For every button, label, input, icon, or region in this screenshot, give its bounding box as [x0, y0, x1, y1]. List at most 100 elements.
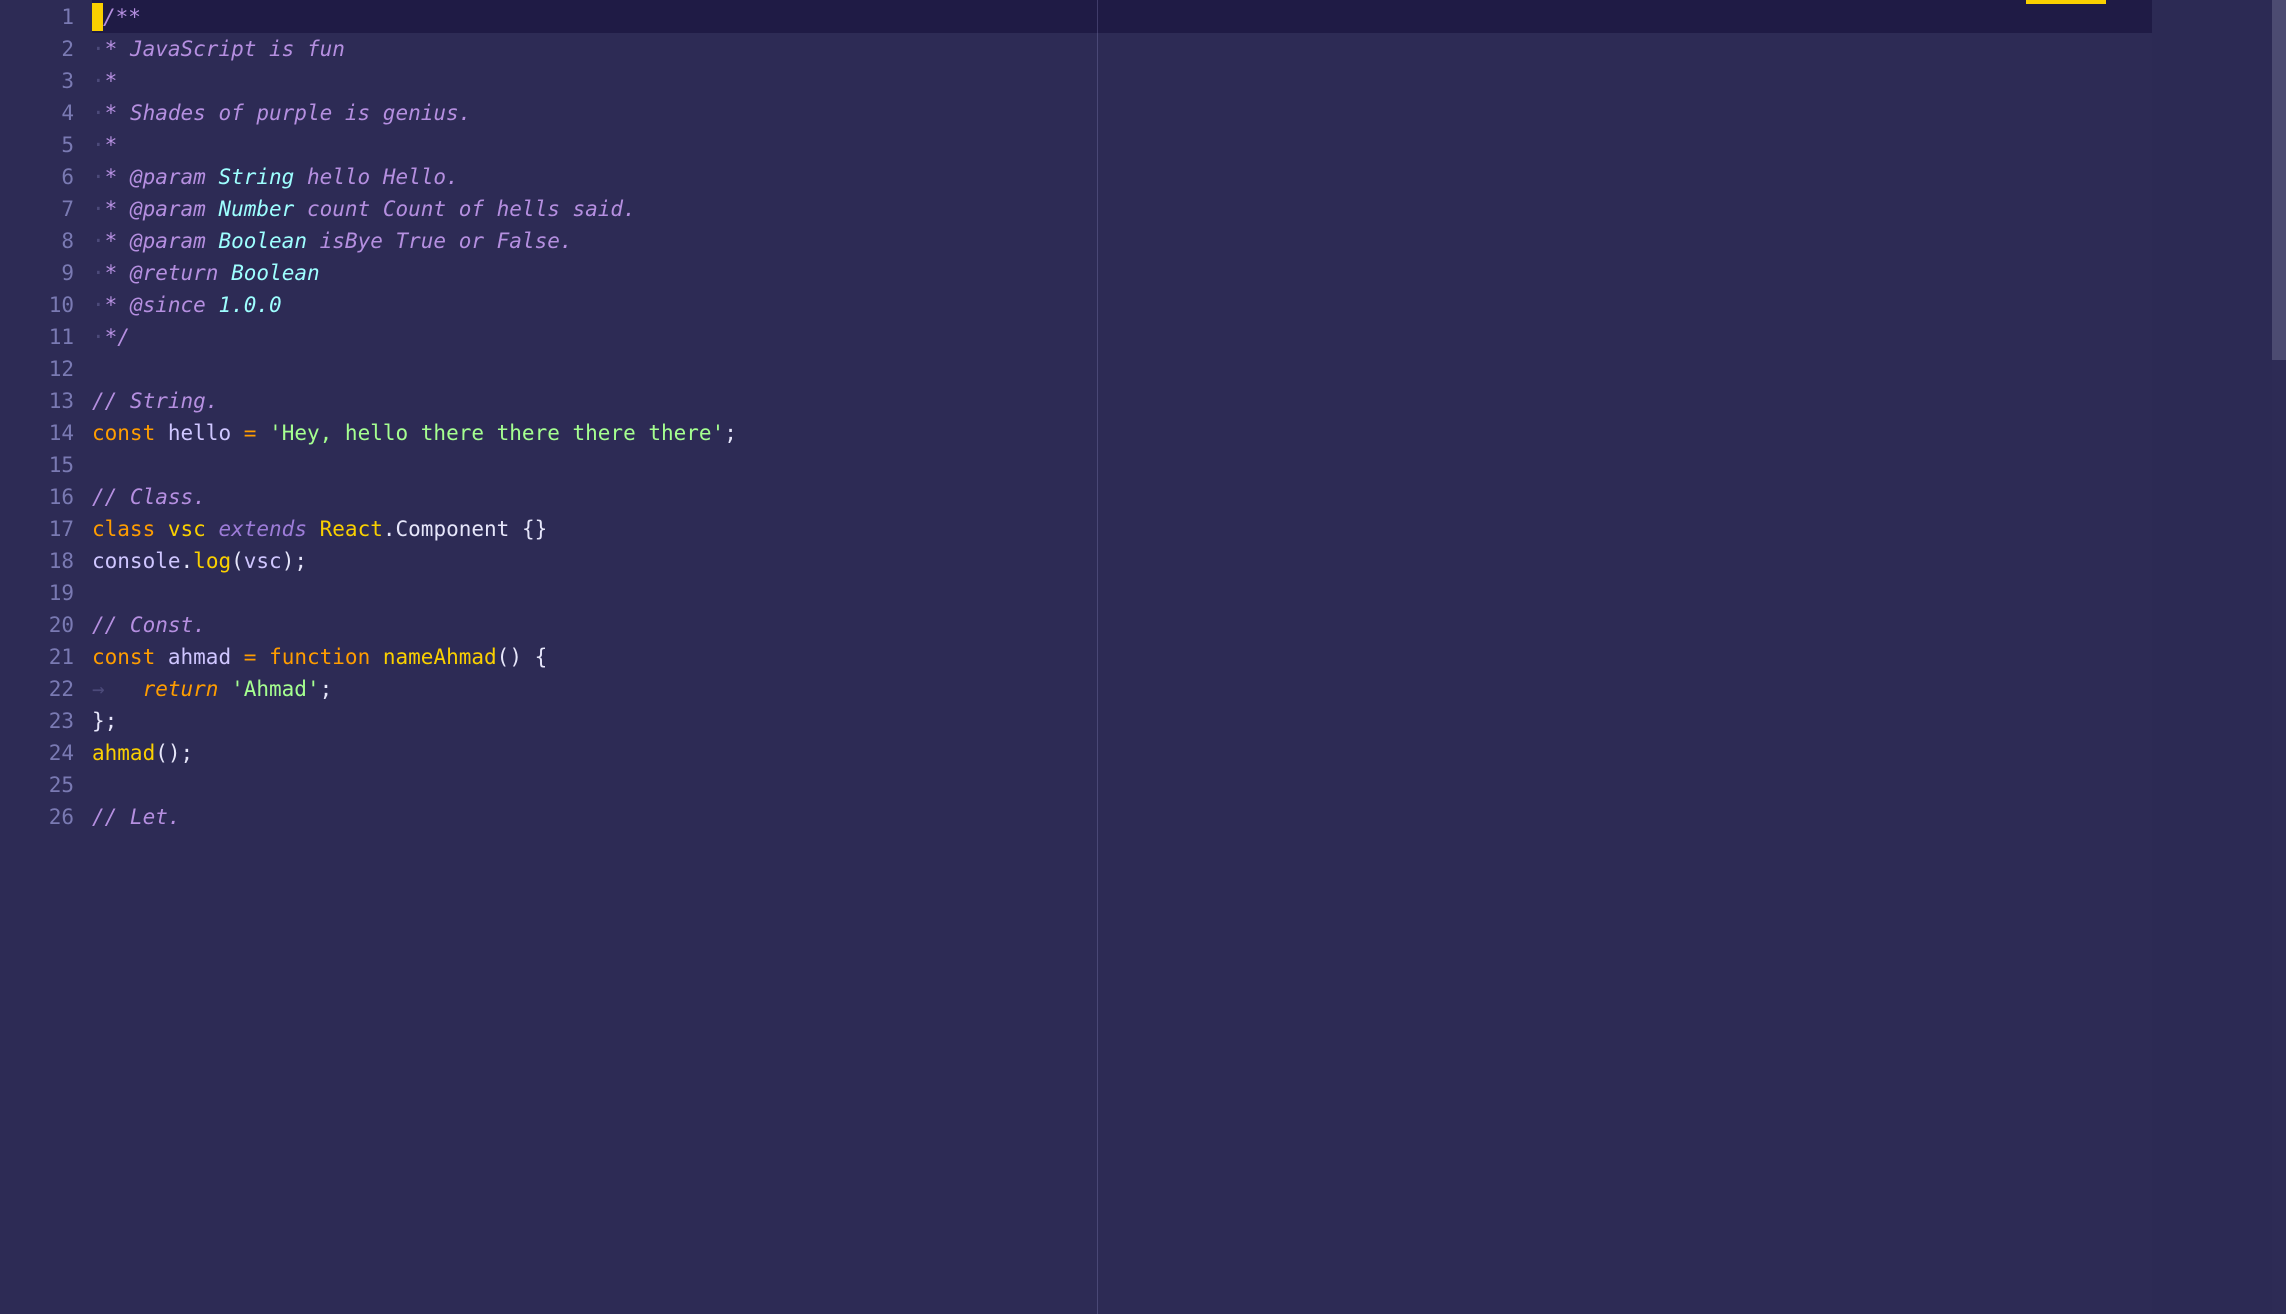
code-token: vsc: [168, 517, 206, 541]
code-token: log: [193, 549, 231, 573]
code-token: // Let.: [92, 805, 181, 829]
code-token: →: [92, 677, 143, 701]
code-token: return: [143, 677, 219, 701]
code-token: console: [92, 549, 181, 573]
code-token: [231, 645, 244, 669]
code-token: ahmad: [92, 741, 155, 765]
code-token: ahmad: [168, 645, 231, 669]
code-token: [231, 421, 244, 445]
code-token: [206, 165, 219, 189]
code-line[interactable]: const ahmad = function nameAhmad() {: [92, 641, 2152, 673]
code-token: @param: [130, 165, 206, 189]
code-token: [206, 517, 219, 541]
code-token: );: [282, 549, 307, 573]
code-line[interactable]: [92, 353, 2152, 385]
code-token: Boolean: [231, 261, 320, 285]
line-number: 22: [0, 673, 74, 705]
code-token: *: [105, 133, 118, 157]
code-line[interactable]: ·* @since 1.0.0: [92, 289, 2152, 321]
code-line[interactable]: [92, 769, 2152, 801]
line-number: 10: [0, 289, 74, 321]
code-token: isBye: [320, 229, 383, 253]
code-token: [206, 197, 219, 221]
line-number: 11: [0, 321, 74, 353]
line-number: 6: [0, 161, 74, 193]
code-line[interactable]: [92, 449, 2152, 481]
code-token: Boolean: [218, 229, 307, 253]
code-token: const: [92, 421, 155, 445]
line-number: 25: [0, 769, 74, 801]
code-token: extends: [218, 517, 307, 541]
scrollbar-thumb[interactable]: [2272, 0, 2286, 360]
code-token: .: [383, 517, 396, 541]
code-line[interactable]: ·* Shades of purple is genius.: [92, 97, 2152, 129]
code-line[interactable]: };: [92, 705, 2152, 737]
code-token: ();: [155, 741, 193, 765]
code-line[interactable]: // Class.: [92, 481, 2152, 513]
code-token: ·: [92, 165, 105, 189]
code-token: [155, 421, 168, 445]
line-number: 24: [0, 737, 74, 769]
code-token: [307, 229, 320, 253]
line-number: 8: [0, 225, 74, 257]
code-line[interactable]: // Let.: [92, 801, 2152, 833]
code-token: =: [244, 645, 257, 669]
line-number: 23: [0, 705, 74, 737]
code-token: [218, 261, 231, 285]
code-token: /**: [103, 5, 141, 29]
code-line[interactable]: ·* @param Boolean isBye True or False.: [92, 225, 2152, 257]
line-number: 21: [0, 641, 74, 673]
code-line[interactable]: // Const.: [92, 609, 2152, 641]
code-content-area[interactable]: /**·* JavaScript is fun·*·* Shades of pu…: [92, 0, 2152, 1314]
code-line[interactable]: → return 'Ahmad';: [92, 673, 2152, 705]
code-token: function: [269, 645, 370, 669]
code-line[interactable]: ·*/: [92, 321, 2152, 353]
minimap[interactable]: [2152, 0, 2272, 1314]
code-token: Count of hells said.: [370, 197, 636, 221]
code-line[interactable]: // String.: [92, 385, 2152, 417]
code-token: () {: [497, 645, 548, 669]
code-line[interactable]: ·*: [92, 129, 2152, 161]
line-number: 3: [0, 65, 74, 97]
line-number: 20: [0, 609, 74, 641]
code-line[interactable]: const hello = 'Hey, hello there there th…: [92, 417, 2152, 449]
code-token: // Const.: [92, 613, 206, 637]
line-number: 18: [0, 545, 74, 577]
code-token: *: [105, 197, 130, 221]
code-token: // Class.: [92, 485, 206, 509]
code-editor[interactable]: 1234567891011121314151617181920212223242…: [0, 0, 2286, 1314]
code-line[interactable]: console.log(vsc);: [92, 545, 2152, 577]
line-number: 4: [0, 97, 74, 129]
code-token: React: [320, 517, 383, 541]
code-line[interactable]: ·* @param Number count Count of hells sa…: [92, 193, 2152, 225]
scrollbar-track[interactable]: [2272, 0, 2286, 1314]
code-token: [307, 517, 320, 541]
code-line[interactable]: ·* @return Boolean: [92, 257, 2152, 289]
code-line[interactable]: [92, 577, 2152, 609]
code-token: *: [105, 165, 130, 189]
line-number: 26: [0, 801, 74, 833]
code-line[interactable]: ·* @param String hello Hello.: [92, 161, 2152, 193]
code-token: ·: [92, 325, 105, 349]
code-token: [256, 645, 269, 669]
code-token: * Shades of purple is genius.: [105, 101, 472, 125]
code-token: };: [92, 709, 117, 733]
code-token: // String.: [92, 389, 218, 413]
code-token: @param: [130, 229, 206, 253]
code-line[interactable]: ahmad();: [92, 737, 2152, 769]
code-token: @since: [130, 293, 206, 317]
code-token: ·: [92, 133, 105, 157]
code-token: vsc: [244, 549, 282, 573]
code-token: 1.0.0: [218, 293, 281, 317]
code-line[interactable]: ·* JavaScript is fun: [92, 33, 2152, 65]
code-token: *: [105, 229, 130, 253]
code-line[interactable]: /**: [92, 1, 2152, 33]
code-token: [370, 645, 383, 669]
code-line[interactable]: class vsc extends React.Component {}: [92, 513, 2152, 545]
text-cursor: [92, 3, 103, 31]
code-token: ;: [320, 677, 333, 701]
code-line[interactable]: ·*: [92, 65, 2152, 97]
code-token: @param: [130, 197, 206, 221]
code-token: [206, 293, 219, 317]
code-token: class: [92, 517, 155, 541]
